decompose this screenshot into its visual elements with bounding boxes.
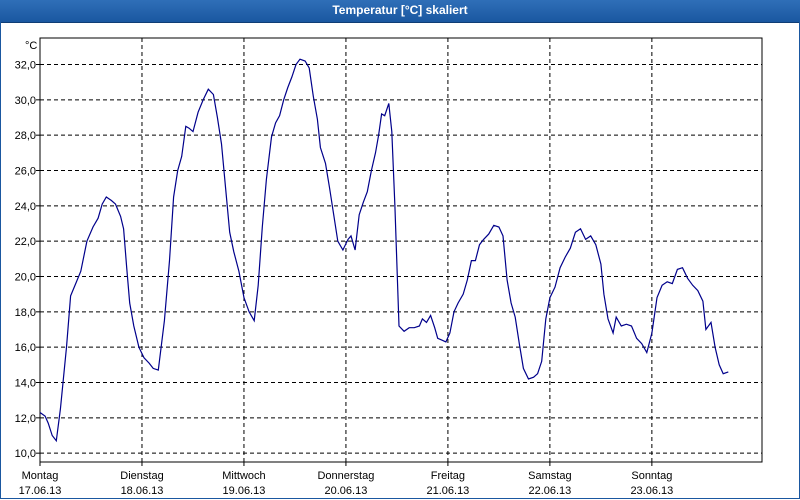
y-tick-label: 12,0	[15, 413, 36, 425]
x-tick-label-day: Sonntag	[631, 470, 672, 482]
x-tick-label-date: 19.06.13	[223, 485, 266, 497]
x-tick-label-day: Montag	[22, 470, 59, 482]
y-tick-label: 24,0	[15, 201, 36, 213]
plot-area	[39, 37, 763, 463]
y-tick-label: 22,0	[15, 236, 36, 248]
x-tick-label-date: 18.06.13	[121, 485, 164, 497]
x-tick-label-date: 22.06.13	[528, 485, 571, 497]
x-tick-label-date: 21.06.13	[426, 485, 469, 497]
x-tick-label-date: 23.06.13	[630, 485, 673, 497]
x-tick-label-day: Dienstag	[120, 470, 163, 482]
y-tick-label: 26,0	[15, 166, 36, 178]
x-tick-label-date: 20.06.13	[325, 485, 368, 497]
y-tick-label: 18,0	[15, 307, 36, 319]
y-tick-label: 14,0	[15, 378, 36, 390]
y-tick-label: 16,0	[15, 342, 36, 354]
y-tick-label: 28,0	[15, 130, 36, 142]
x-tick-label-day: Donnerstag	[317, 470, 374, 482]
y-tick-label: 32,0	[15, 60, 36, 72]
temperature-chart: 32,0 30,0 28,0 26,0 24,0 22,0 20,0 18,0 16,0 14,0…	[15, 37, 763, 497]
y-unit-label: °C	[25, 40, 37, 52]
x-tick-label-day: Samstag	[528, 470, 571, 482]
y-tick-label: 30,0	[15, 95, 36, 107]
x-tick-label-day: Mittwoch	[222, 470, 265, 482]
y-tick-label: 10,0	[15, 448, 36, 460]
x-tick-label-day: Freitag	[431, 470, 465, 482]
y-tick-label: 20,0	[15, 272, 36, 284]
x-tick-label-date: 17.06.13	[19, 485, 62, 497]
